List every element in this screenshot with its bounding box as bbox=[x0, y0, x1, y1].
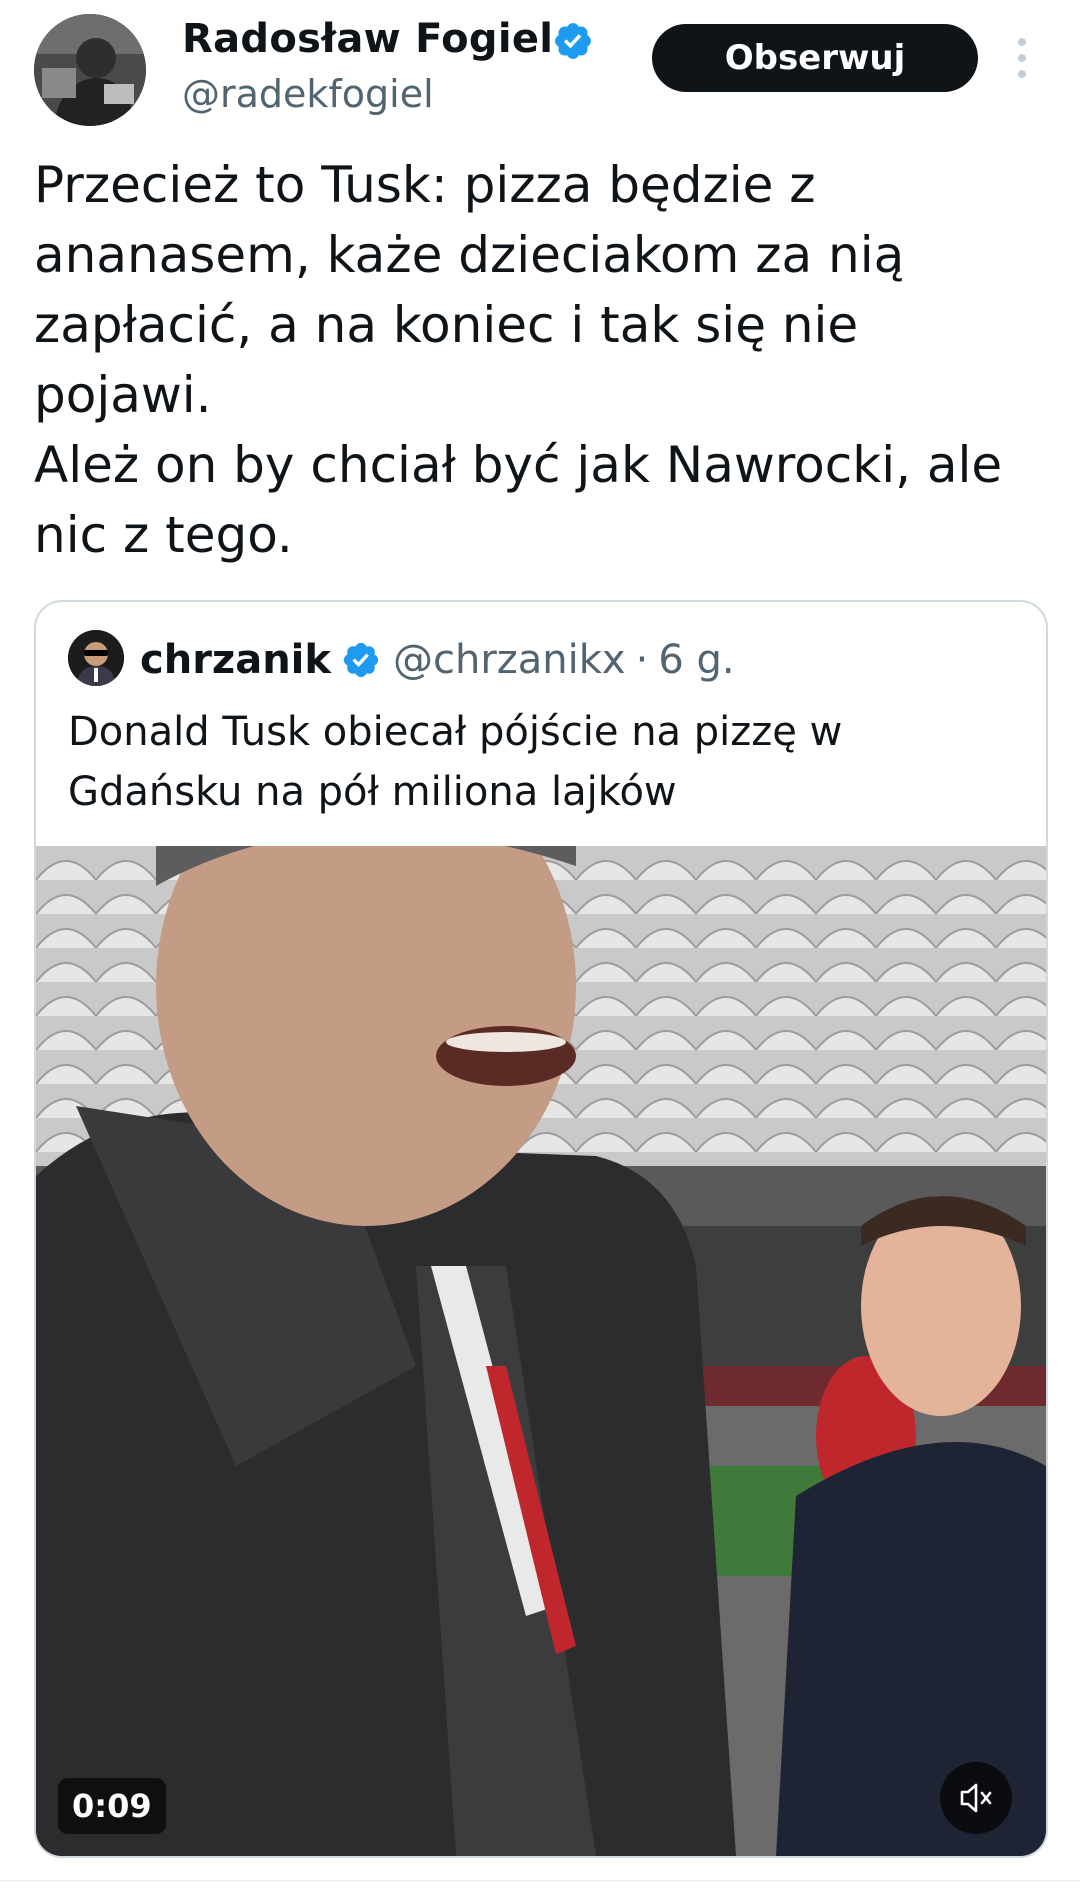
quoted-post-time[interactable]: 6 g. bbox=[658, 637, 734, 683]
video-player[interactable]: 0:09 bbox=[36, 846, 1046, 1856]
volume-muted-icon bbox=[960, 1783, 992, 1813]
separator-dot: · bbox=[635, 637, 649, 683]
mute-button[interactable] bbox=[940, 1762, 1012, 1834]
post-text-line: pojawi. bbox=[34, 366, 212, 424]
post-text-line: ananasem, każe dzieciakom za nią bbox=[34, 226, 905, 284]
more-vertical-icon[interactable] bbox=[1012, 36, 1032, 80]
quoted-author-name[interactable]: chrzanik bbox=[140, 637, 331, 683]
quoted-post-card[interactable]: chrzanik @chrzanikx · 6 g. Donald Tusk o… bbox=[34, 600, 1048, 1858]
quoted-author-avatar-image bbox=[68, 630, 124, 686]
author-handle[interactable]: @radekfogiel bbox=[182, 72, 434, 116]
author-avatar-image bbox=[34, 14, 146, 126]
quoted-post-text-line: Gdańsku na pół miliona lajków bbox=[68, 769, 677, 815]
verified-badge-icon bbox=[343, 642, 379, 678]
post-text: Przecież to Tusk: pizza będzie z ananase… bbox=[34, 150, 1054, 570]
verified-badge-icon bbox=[555, 23, 591, 59]
quoted-author-handle[interactable]: @chrzanikx bbox=[393, 637, 626, 683]
quoted-post-header: chrzanik @chrzanikx · 6 g. bbox=[140, 634, 735, 686]
post-text-line: Przecież to Tusk: pizza będzie z bbox=[34, 156, 816, 214]
video-frame bbox=[36, 846, 1046, 1856]
post-text-line: Ależ on by chciał być jak Nawrocki, ale bbox=[34, 436, 1003, 494]
follow-button[interactable]: Obserwuj bbox=[652, 24, 978, 92]
author-avatar[interactable] bbox=[34, 14, 146, 126]
quoted-post-text-line: Donald Tusk obiecał pójście na pizzę w bbox=[68, 709, 843, 755]
video-duration: 0:09 bbox=[58, 1778, 166, 1834]
post-text-line: nic z tego. bbox=[34, 506, 293, 564]
author-name[interactable]: Radosław Fogiel bbox=[182, 16, 553, 62]
quoted-post-text: Donald Tusk obiecał pójście na pizzę w G… bbox=[68, 702, 1018, 822]
quoted-author-avatar[interactable] bbox=[68, 630, 124, 686]
divider bbox=[0, 1880, 1080, 1882]
post-text-line: zapłacić, a na koniec i tak się nie bbox=[34, 296, 859, 354]
